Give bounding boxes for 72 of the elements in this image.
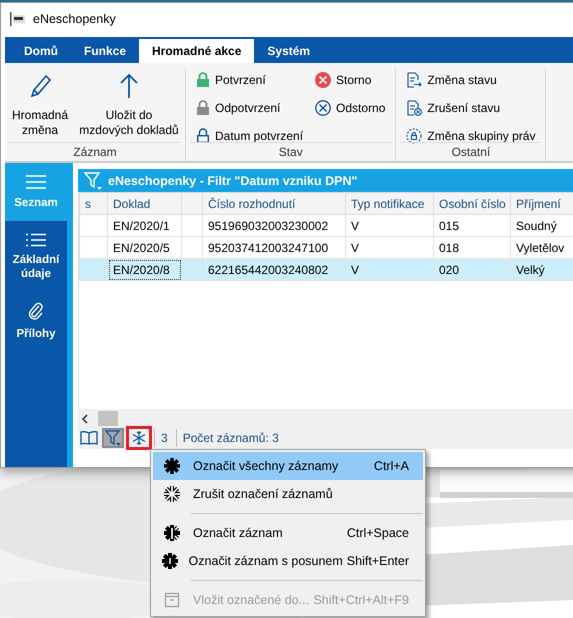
shortcut-label: Shift+Enter [346,554,409,568]
table-cell: 622165442003240802 [202,258,346,280]
menu-item[interactable]: Označit záznam s posunem Shift+Enter [153,547,423,575]
menu-item-label: Vložit označené do... [192,593,310,607]
window-icon [164,592,180,608]
ribbon-button[interactable]: Odstorno [313,96,388,118]
ribbon-button[interactable]: Hromadná změna [7,68,73,142]
document-arrow-icon [406,72,422,88]
lock-icon [196,128,210,143]
window-title: eNeschopenky [33,12,116,26]
table-cell: 951969032003230002 [202,214,346,236]
filter-button[interactable] [102,428,124,448]
group-label: Ostatní [400,142,542,161]
column-header[interactable]: Osobní číslo [434,192,510,214]
cross-circle-icon [315,72,332,88]
table-cell: EN/2020/1 [108,214,182,236]
table-cell: Velký [510,258,573,280]
cross-circle-icon [315,100,332,116]
page-number: 3 [154,429,174,447]
ribbon-button[interactable]: Potvrzení [194,68,306,90]
shortcut-label: Ctrl+A [374,459,409,473]
ribbon-tab[interactable]: Funkce [71,39,140,63]
menu-item-label: Označit všechny záznamy [192,459,340,473]
column-header[interactable]: Typ notifikace [346,192,434,214]
lock-icon [196,100,210,115]
filter-icon [84,172,102,190]
column-header[interactable]: Doklad [108,192,182,214]
menu-item-label: Označit záznam s posunem [188,554,344,568]
ribbon-tab[interactable]: Systém [254,39,324,63]
shortcut-label: Shift+Ctrl+Alt+F9 [313,593,409,607]
filter-icon [105,430,121,446]
ribbon-button[interactable]: Zrušení stavu [404,96,538,118]
table-cell: EN/2020/8 [108,258,182,280]
lock-icon [196,72,210,87]
column-header[interactable]: Příjmení [510,192,573,214]
group-label: Záznam [9,142,181,161]
menu-item[interactable]: Označit záznam Ctrl+Space [153,519,423,547]
menu-item-label: Zrušit označení záznamů [192,487,334,501]
arrow-up-icon [118,72,140,100]
shortcut-label: Ctrl+Space [346,526,409,540]
asterisk-outline-icon [163,485,181,503]
ribbon-tab[interactable]: Hromadné akce [139,39,254,63]
select-records-button[interactable] [126,426,152,450]
asterisk-half-icon [163,524,181,542]
menu-item-label: Označit záznam [192,526,284,540]
asterisk-icon [163,457,181,475]
ribbon-button[interactable]: Změna stavu [404,68,538,90]
paperclip-icon [28,301,44,321]
column-header[interactable]: s [80,192,108,214]
menu-item[interactable]: Označit všechny záznamy Ctrl+A [153,452,423,480]
menu-item[interactable]: Zrušit označení záznamů [153,480,423,508]
ribbon-button[interactable]: Uložit do mzdových dokladů [75,68,183,142]
table-cell: 015 [434,214,510,236]
snowflake-icon [131,430,147,446]
ribbon-button[interactable]: Storno [313,68,388,90]
column-header[interactable]: Číslo rozhodnutí [202,192,346,214]
dashed-lock-icon [406,128,422,144]
table-cell: 020 [434,258,510,280]
record-count: Počet záznamů: 3 [176,429,285,447]
table-cell: V [346,214,434,236]
book-icon [80,431,98,445]
ribbon-tab[interactable]: Domů [11,39,71,63]
app-logo-icon [10,12,26,26]
scrollbar-thumb[interactable] [98,411,118,426]
asterisk-icon [160,552,179,570]
grid-title: eNeschopenky - Filtr "Datum vzniku DPN" [108,174,358,188]
table-cell: V [346,258,434,280]
ribbon-button[interactable]: Odpotvrzení [194,96,306,118]
menu-icon [25,174,47,190]
group-label: Stav [190,142,392,161]
document-cross-icon [406,100,422,116]
list-icon [26,233,46,247]
